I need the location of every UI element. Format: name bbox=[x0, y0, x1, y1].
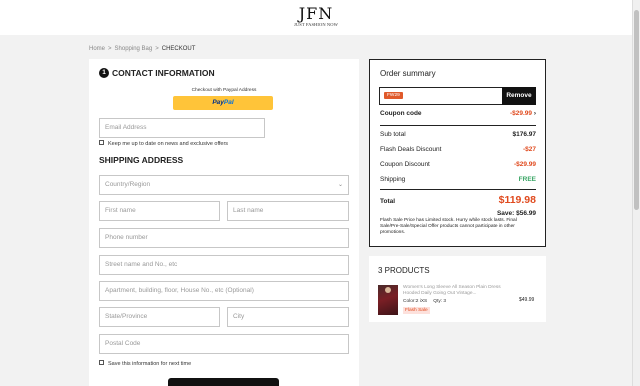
flash-discount-label: Flash Deals Discount bbox=[380, 146, 442, 153]
subtotal-label: Sub total bbox=[380, 131, 406, 138]
shipping-label: Shipping bbox=[380, 176, 406, 183]
logo-mark: JFN bbox=[298, 4, 334, 23]
coupon-code-value: -$29.99 › bbox=[510, 110, 536, 117]
coupon-discount-row: Coupon Discount -$29.99 bbox=[380, 161, 536, 168]
total-label: Total bbox=[380, 198, 396, 205]
coupon-discount-value: -$29.99 bbox=[513, 161, 536, 168]
product-price: $49.99 bbox=[519, 297, 535, 303]
step-number-badge: 1 bbox=[99, 67, 109, 78]
save-amount: Save: $56.99 bbox=[496, 210, 536, 217]
save-info-checkbox[interactable] bbox=[99, 360, 104, 366]
coupon-code-row[interactable]: Coupon code -$29.99 › bbox=[380, 110, 536, 117]
coupon-discount-label: Coupon Discount bbox=[380, 161, 430, 168]
product-name[interactable]: Women's Long Sleeve All Season Plain Dre… bbox=[403, 285, 501, 297]
shipping-row: Shipping FREE bbox=[380, 176, 536, 183]
flash-sale-note: Flash Sale Price has Limited stock. Hurr… bbox=[380, 218, 517, 235]
save-info-label: Save this information for next time bbox=[108, 361, 192, 367]
breadcrumb-separator-icon: > bbox=[108, 46, 112, 52]
street-field[interactable]: Street name and No., etc bbox=[99, 255, 349, 275]
product-thumbnail[interactable] bbox=[378, 285, 398, 315]
breadcrumb-shopping-bag[interactable]: Shopping Bag bbox=[115, 46, 153, 52]
products-title: 3 PRODUCTS bbox=[378, 266, 430, 275]
shipping-value: FREE bbox=[518, 176, 536, 183]
shipping-section-title: SHIPPING ADDRESS bbox=[99, 155, 184, 165]
postal-code-field[interactable]: Postal Code bbox=[99, 334, 349, 354]
page-scrollbar[interactable] bbox=[632, 0, 640, 386]
country-placeholder: Country/Region bbox=[105, 181, 151, 188]
site-logo[interactable]: JFN JUST FASHION NOW bbox=[290, 6, 342, 28]
phone-field[interactable]: Phone number bbox=[99, 228, 349, 248]
breadcrumb-home[interactable]: Home bbox=[89, 46, 105, 52]
divider bbox=[380, 125, 536, 126]
newsletter-checkbox[interactable] bbox=[99, 140, 104, 146]
products-panel: 3 PRODUCTS Women's Long Sleeve All Seaso… bbox=[369, 256, 546, 322]
divider bbox=[380, 189, 536, 190]
paypal-button[interactable]: PayPal bbox=[173, 96, 273, 110]
city-field[interactable]: City bbox=[227, 307, 349, 327]
apartment-field[interactable]: Apartment, building, floor, House No., e… bbox=[99, 281, 349, 301]
country-select[interactable]: Country/Region ⌄ bbox=[99, 175, 349, 195]
applied-coupon-tag: FW29 bbox=[384, 92, 403, 99]
product-qty: Qty: 3 bbox=[433, 299, 447, 304]
chevron-right-icon: › bbox=[533, 110, 536, 117]
logo-tagline: JUST FASHION NOW bbox=[294, 22, 338, 27]
coupon-code-amount: -$29.99 bbox=[509, 110, 533, 117]
breadcrumb-separator-icon: > bbox=[155, 46, 159, 52]
flash-discount-value: -$27 bbox=[522, 146, 536, 153]
flash-discount-row: Flash Deals Discount -$27 bbox=[380, 146, 536, 153]
paypal-pal-text: Pal bbox=[223, 99, 234, 106]
site-header: JFN JUST FASHION NOW bbox=[0, 0, 632, 35]
breadcrumb-current: CHECKOUT bbox=[161, 46, 196, 52]
total-row: Total $119.98 bbox=[380, 194, 536, 206]
subtotal-value: $176.97 bbox=[512, 131, 537, 138]
flash-sale-badge: Flash Sale bbox=[403, 307, 430, 314]
continue-button[interactable] bbox=[168, 378, 279, 386]
paypal-pay-text: Pay bbox=[212, 99, 224, 106]
coupon-input[interactable]: FW29 bbox=[379, 87, 502, 105]
product-meta: Color:2 iXS Qty: 3 bbox=[403, 299, 452, 304]
order-summary-title: Order summary bbox=[380, 69, 436, 78]
checkout-form-panel: 1 CONTACT INFORMATION Checkout with Paypa… bbox=[89, 59, 359, 386]
remove-coupon-button[interactable]: Remove bbox=[502, 87, 536, 105]
chevron-down-icon: ⌄ bbox=[337, 182, 343, 188]
email-field[interactable]: Email Address bbox=[99, 118, 265, 138]
scrollbar-thumb[interactable] bbox=[634, 10, 639, 210]
subtotal-row: Sub total $176.97 bbox=[380, 131, 536, 138]
newsletter-label: Keep me up to date on news and exclusive… bbox=[108, 141, 229, 147]
state-field[interactable]: State/Province bbox=[99, 307, 220, 327]
contact-title-text: CONTACT INFORMATION bbox=[112, 68, 215, 78]
product-color: Color:2 iXS bbox=[403, 299, 428, 304]
breadcrumb: Home > Shopping Bag > CHECKOUT bbox=[89, 46, 195, 52]
order-summary-panel: Order summary FW29 Remove Coupon code -$… bbox=[369, 59, 546, 247]
total-value: $119.98 bbox=[498, 194, 536, 206]
paypal-caption: Checkout with Paypal Address bbox=[191, 88, 257, 93]
save-info-checkbox-row[interactable]: Save this information for next time bbox=[99, 360, 192, 367]
newsletter-checkbox-row[interactable]: Keep me up to date on news and exclusive… bbox=[99, 140, 229, 147]
coupon-code-label: Coupon code bbox=[380, 110, 422, 117]
first-name-field[interactable]: First name bbox=[99, 201, 220, 221]
last-name-field[interactable]: Last name bbox=[227, 201, 349, 221]
contact-section-title: 1 CONTACT INFORMATION bbox=[99, 67, 215, 79]
